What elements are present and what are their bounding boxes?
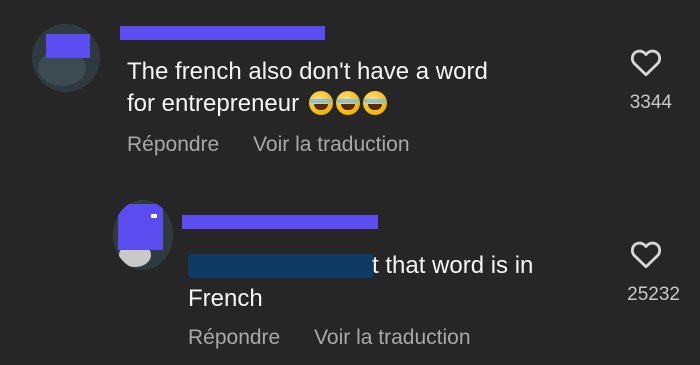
like-count: 3344 — [629, 92, 672, 113]
comment-body: The french also don't have a word for en… — [127, 56, 488, 120]
comment-actions: Répondre Voir la traduction — [127, 133, 438, 157]
like-count: 25232 — [627, 284, 680, 305]
comment-actions: Répondre Voir la traduction — [188, 326, 499, 350]
avatar[interactable] — [113, 200, 173, 270]
face-with-tears-of-joy-icon — [362, 91, 387, 115]
comment-body-line-2: for entrepreneur — [127, 90, 300, 117]
like-heart-icon[interactable] — [628, 236, 664, 272]
see-translation-button[interactable]: Voir la traduction — [314, 326, 470, 349]
see-translation-button[interactable]: Voir la traduction — [253, 133, 409, 156]
redacted-text — [188, 254, 374, 278]
reply-button[interactable]: Répondre — [188, 326, 280, 349]
face-with-tears-of-joy-icon — [335, 91, 360, 115]
comment-body-line-1: t that word is in — [372, 252, 534, 279]
redacted-username — [182, 215, 378, 229]
reply-button[interactable]: Répondre — [127, 133, 219, 156]
comment-body-line-1: The french also don't have a word — [127, 58, 488, 85]
avatar[interactable] — [32, 24, 100, 92]
like-heart-icon[interactable] — [628, 44, 664, 80]
comment-body-text: French — [188, 285, 263, 312]
face-with-tears-of-joy-icon — [308, 91, 333, 115]
redacted-username — [120, 26, 325, 40]
comment-body: t that word is in — [372, 250, 533, 282]
comment-body-line-2: French — [188, 283, 263, 315]
